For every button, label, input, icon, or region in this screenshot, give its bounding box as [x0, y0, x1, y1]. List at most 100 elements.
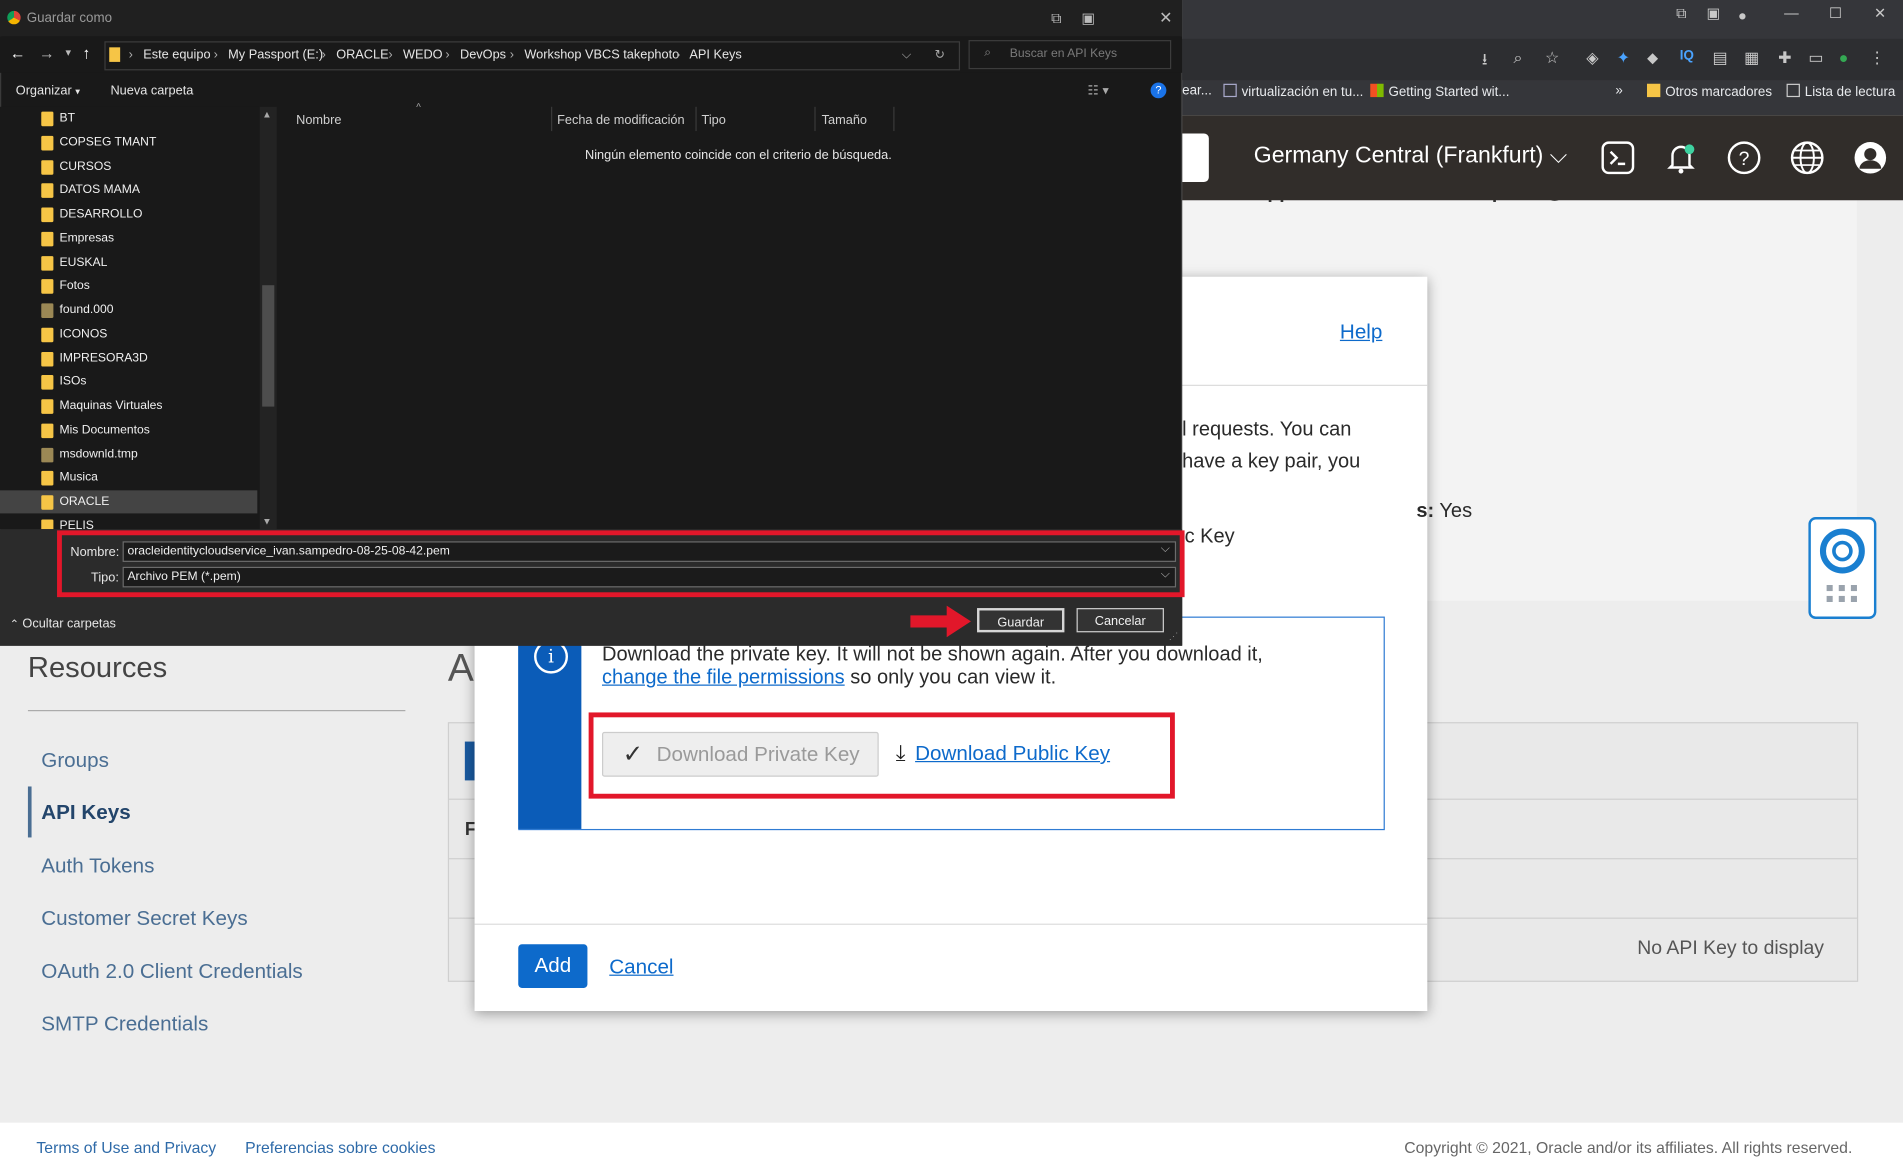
bookmark-star-icon[interactable]: ☆ [1545, 49, 1559, 68]
forward-arrow-icon[interactable]: → [39, 44, 55, 62]
help-icon[interactable]: ? [1727, 141, 1761, 175]
folder-tree-item[interactable]: IMPRESORA3D [0, 347, 257, 370]
help-icon[interactable]: ? [1150, 82, 1167, 99]
column-header-type[interactable]: Tipo [702, 113, 726, 128]
folder-tree-item[interactable]: CURSOS [0, 155, 257, 178]
folder-tree-item[interactable]: DESARROLLO [0, 203, 257, 226]
extensions-puzzle-icon[interactable]: ✚ [1778, 49, 1791, 68]
bookmark-item[interactable]: Getting Started wit... [1370, 83, 1509, 100]
folder-icon [41, 231, 54, 247]
add-button[interactable]: Add [518, 944, 588, 988]
bookmarks-overflow[interactable]: » [1615, 84, 1622, 99]
picture-in-picture-icon[interactable]: ⧉ [1676, 5, 1686, 23]
close-window-icon[interactable]: ✕ [1874, 5, 1886, 22]
folder-tree-item[interactable]: ORACLE [0, 490, 258, 514]
maximize-icon[interactable]: ☐ [1829, 5, 1842, 22]
folder-tree-item[interactable]: DATOS MAMA [0, 179, 257, 202]
column-header-date[interactable]: Fecha de modificación [557, 113, 685, 128]
search-input[interactable]: ⌕ Buscar en API Keys [968, 40, 1172, 70]
extension-icon[interactable]: ⬥ [1647, 49, 1658, 68]
extension-icon[interactable]: ✦ [1617, 49, 1630, 68]
region-selector[interactable]: Germany Central (Frankfurt) ⌵ [1254, 143, 1568, 170]
cookie-preferences-link[interactable]: Preferencias sobre cookies [245, 1138, 435, 1156]
breadcrumb-item[interactable]: Este equipo [143, 47, 210, 62]
cancel-link[interactable]: Cancel [609, 955, 673, 979]
resource-link-auth-tokens[interactable]: Auth Tokens [41, 854, 154, 878]
folder-tree-item[interactable]: COPSEG TMANT [0, 131, 257, 154]
folder-tree-item[interactable]: ISOs [0, 370, 257, 393]
folder-icon [41, 207, 54, 223]
folder-tree-item[interactable]: Mis Documentos [0, 418, 257, 441]
extension-icon[interactable]: ◈ [1586, 49, 1598, 68]
breadcrumb-item[interactable]: Workshop VBCS takephoto [524, 47, 679, 62]
new-folder-button[interactable]: Nueva carpeta [110, 84, 193, 99]
breadcrumb-item[interactable]: My Passport (E:) [228, 47, 323, 62]
chevron-down-icon[interactable]: ⌵ [902, 47, 912, 63]
breadcrumb-item[interactable]: ORACLE [336, 47, 388, 62]
terms-link[interactable]: Terms of Use and Privacy [36, 1138, 216, 1156]
bookmark-item[interactable]: ear... [1182, 84, 1212, 99]
console-search-input[interactable] [1182, 133, 1209, 183]
extension-icon[interactable]: ▤ [1713, 49, 1728, 68]
scroll-down-icon[interactable]: ▼ [262, 516, 272, 527]
download-icon[interactable]: ⭳ [1482, 49, 1488, 76]
scroll-up-icon[interactable]: ▲ [262, 109, 272, 120]
bookmark-item[interactable]: virtualización en tu... [1223, 83, 1363, 100]
folder-tree-item[interactable]: Fotos [0, 275, 257, 298]
resource-link-customer-secret-keys[interactable]: Customer Secret Keys [41, 907, 247, 931]
save-button[interactable]: Guardar [977, 608, 1065, 633]
folder-tree-item[interactable]: msdownld.tmp [0, 442, 257, 465]
folder-label: CURSOS [59, 159, 112, 173]
change-permissions-link[interactable]: change the file permissions [602, 666, 845, 688]
folder-tree-item[interactable]: PELIS [0, 514, 257, 530]
view-options-icon[interactable]: ☷ ▾ [1087, 84, 1108, 99]
language-globe-icon[interactable] [1790, 141, 1824, 175]
cast-icon[interactable]: ▭ [1808, 49, 1823, 68]
up-arrow-icon[interactable]: ↑ [83, 44, 91, 62]
organize-menu[interactable]: Organizar ▾ [16, 84, 80, 99]
profile-dropdown-icon[interactable]: ● [1738, 7, 1747, 24]
folder-tree-item[interactable]: BT [0, 107, 257, 130]
resize-grip-icon[interactable]: ⋰ [1169, 631, 1179, 642]
reading-list[interactable]: Lista de lectura [1786, 83, 1895, 100]
breadcrumb-item[interactable]: WEDO [403, 47, 443, 62]
help-link[interactable]: Help [1340, 320, 1382, 344]
scrollbar-thumb[interactable] [262, 285, 275, 407]
bookmark-folder-other[interactable]: Otros marcadores [1646, 83, 1772, 100]
hide-folders-toggle[interactable]: ⌃ Ocultar carpetas [10, 617, 116, 632]
support-widget[interactable] [1808, 517, 1877, 619]
folder-icon [41, 255, 54, 271]
breadcrumb-item[interactable]: DevOps [460, 47, 506, 62]
resource-link-api-keys[interactable]: API Keys [41, 801, 130, 825]
folder-tree-item[interactable]: ICONOS [0, 323, 257, 346]
avatar[interactable]: ● [1839, 49, 1849, 67]
folder-tree-item[interactable]: EUSKAL [0, 251, 257, 274]
notifications-bell-icon[interactable] [1664, 141, 1698, 175]
resource-link-groups[interactable]: Groups [41, 749, 109, 773]
zoom-icon[interactable]: ⌕ [1513, 49, 1522, 68]
column-header-name[interactable]: Nombre [296, 113, 341, 128]
extension-icon[interactable]: IQ [1680, 49, 1694, 64]
folder-tree-item[interactable]: Musica [0, 466, 257, 489]
back-arrow-icon[interactable]: ← [10, 44, 26, 62]
breadcrumb-item[interactable]: API Keys [689, 47, 741, 62]
refresh-icon[interactable]: ↻ [935, 47, 946, 62]
resource-link-smtp-credentials[interactable]: SMTP Credentials [41, 1012, 208, 1036]
cloud-shell-icon[interactable] [1601, 141, 1635, 175]
recent-locations-icon[interactable]: ▾ [66, 46, 71, 59]
folder-tree-item[interactable]: Empresas [0, 227, 257, 250]
browser-menu-icon[interactable]: ⋮ [1869, 49, 1885, 68]
dialog-list-icon[interactable]: ▣ [1081, 10, 1095, 27]
dialog-tab-icon[interactable]: ⧉ [1051, 10, 1061, 28]
user-profile-icon[interactable] [1853, 141, 1887, 175]
cancel-button[interactable]: Cancelar [1076, 608, 1164, 633]
resource-link-oauth-credentials[interactable]: OAuth 2.0 Client Credentials [41, 960, 302, 984]
folder-tree-item[interactable]: Maquinas Virtuales [0, 394, 257, 417]
folder-tree-item[interactable]: found.000 [0, 299, 257, 322]
tab-search-icon[interactable]: ▣ [1706, 5, 1720, 22]
minimize-icon[interactable]: — [1784, 5, 1799, 22]
column-header-size[interactable]: Tamaño [822, 113, 867, 128]
close-dialog-icon[interactable]: ✕ [1159, 8, 1172, 27]
extension-icon[interactable]: ▦ [1744, 49, 1759, 68]
path-bar[interactable]: › Este equipo › My Passport (E:) › ORACL… [104, 41, 961, 71]
